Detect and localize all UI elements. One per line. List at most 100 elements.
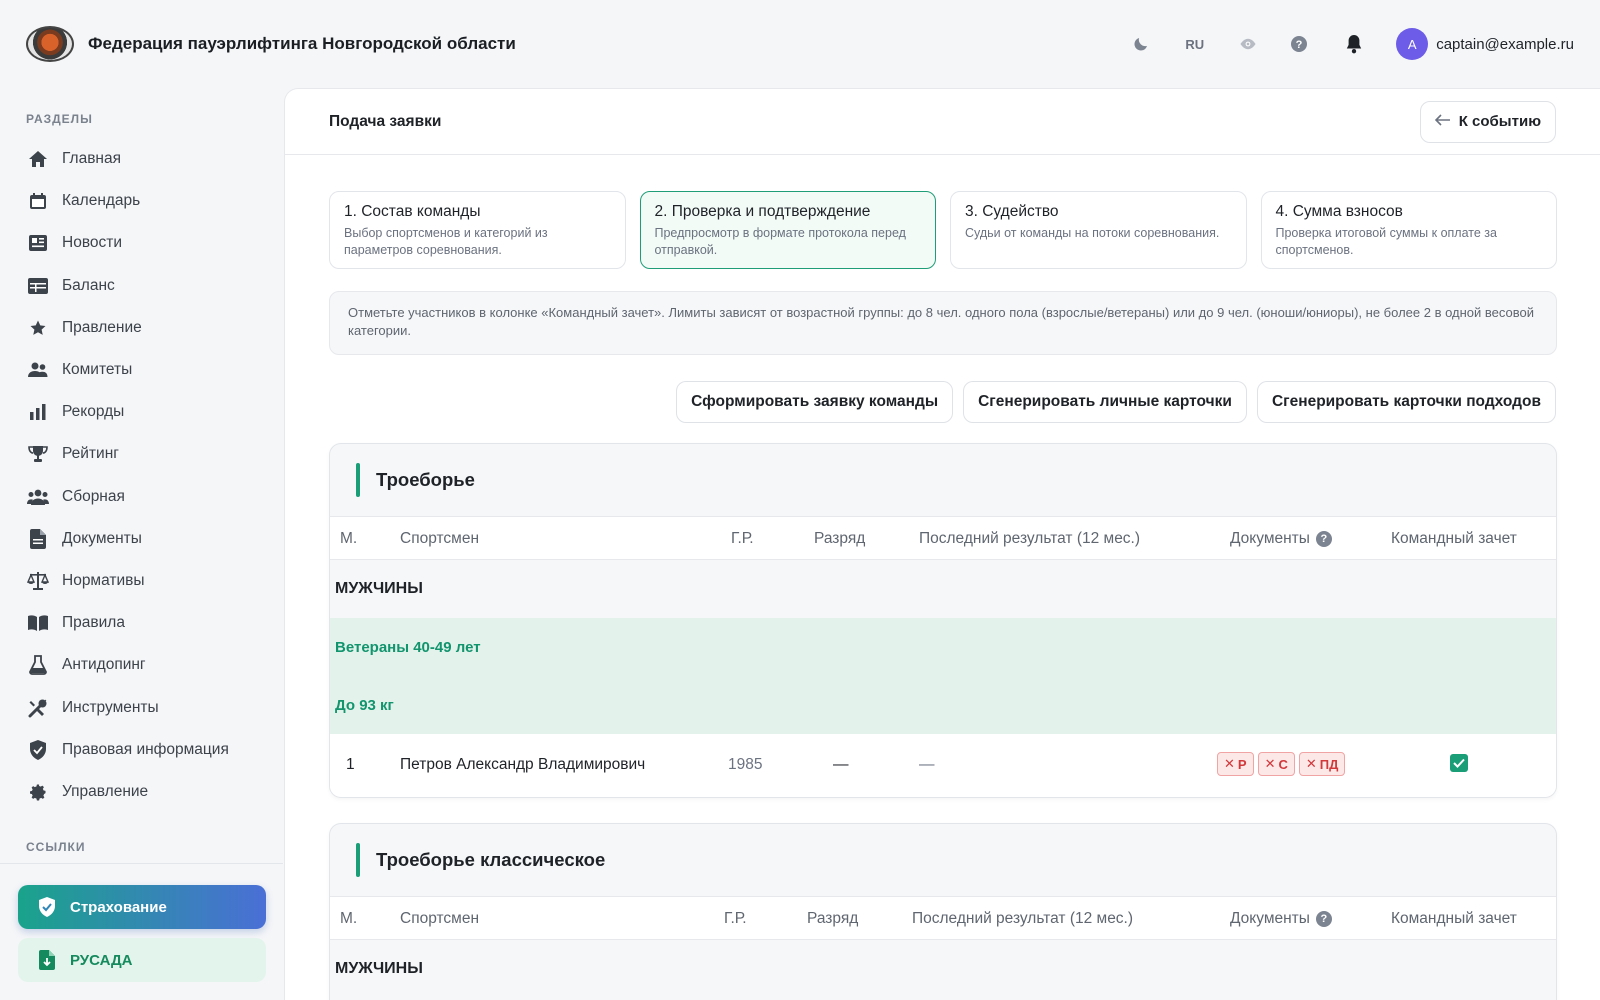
- discipline-card-powerlifting: Троеборье М. Спортсмен Г.Р. Разряд После…: [329, 443, 1557, 798]
- discipline-card-classic-powerlifting: Троеборье классическое М. Спортсмен Г.Р.…: [329, 823, 1557, 1000]
- col-birth-year: Г.Р.: [731, 530, 754, 547]
- step-title: 1. Состав команды: [344, 203, 481, 220]
- sidebar-links-title: ССЫЛКИ: [26, 840, 86, 854]
- sidebar-item-tools[interactable]: Инструменты: [0, 686, 283, 728]
- step-title: 2. Проверка и подтверждение: [654, 203, 871, 220]
- sidebar-item-label: Календарь: [62, 192, 141, 210]
- col-athlete: Спортсмен: [400, 910, 479, 927]
- sidebar-item-label: Документы: [62, 529, 142, 547]
- col-last-result: Последний результат (12 мес.): [912, 910, 1134, 927]
- doc-badge-label: Р: [1237, 756, 1247, 772]
- brand-title[interactable]: Федерация пауэрлифтинга Новгородской обл…: [88, 34, 516, 54]
- generate-attempt-cards-button[interactable]: Сгенерировать карточки подходов: [1256, 381, 1556, 423]
- step-team-composition[interactable]: 1. Состав команды Выбор спортсменов и ка…: [329, 191, 626, 269]
- arrow-left-icon: [1434, 113, 1451, 130]
- step-description: Проверка итоговой суммы к оплате за спор…: [1275, 226, 1497, 257]
- athlete-birth-year: 1985: [728, 756, 763, 773]
- gender-group-row: МУЖЧИНЫ: [335, 960, 423, 977]
- moon-icon[interactable]: [1130, 33, 1152, 55]
- help-icon[interactable]: ?: [1315, 531, 1332, 547]
- sidebar-item-label: Сборная: [62, 487, 125, 505]
- sidebar-item-label: Правила: [62, 614, 125, 632]
- scales-icon: [27, 570, 49, 592]
- avatar[interactable]: A: [1396, 28, 1429, 60]
- sidebar-item-documents[interactable]: Документы: [0, 518, 283, 560]
- step-title: 4. Сумма взносов: [1275, 203, 1403, 220]
- sidebar-item-label: Главная: [62, 150, 121, 168]
- star-icon: [27, 317, 49, 339]
- col-documents-label: Документы: [1230, 530, 1310, 547]
- check-icon: [1453, 758, 1465, 768]
- col-documents: Документы?: [1230, 530, 1332, 548]
- generate-personal-cards-button[interactable]: Сгенерировать личные карточки: [963, 381, 1247, 423]
- sidebar-item-calendar[interactable]: Календарь: [0, 180, 283, 222]
- language-switch[interactable]: RU: [1185, 37, 1204, 52]
- doc-badge-passport[interactable]: ✕ Р: [1217, 752, 1254, 776]
- sidebar-link-rusada[interactable]: РУСАДА: [18, 938, 266, 982]
- eye-icon[interactable]: [1237, 33, 1259, 55]
- athlete-name[interactable]: Петров Александр Владимирович: [400, 756, 645, 774]
- sidebar-item-label: Рейтинг: [62, 445, 119, 463]
- sidebar-item-label: Антидопинг: [62, 656, 146, 674]
- col-last-result: Последний результат (12 мес.): [919, 530, 1141, 547]
- home-icon: [27, 148, 49, 170]
- table-row[interactable]: 1 Петров Александр Владимирович 1985 — —…: [330, 734, 1556, 797]
- build-team-application-button[interactable]: Сформировать заявку команды: [676, 381, 954, 423]
- card-accent-bar: [356, 843, 360, 877]
- shield-check-icon: [36, 896, 58, 918]
- weight-class-row: До 93 кг: [330, 676, 1556, 734]
- doc-badge-personal-data[interactable]: ✕ ПД: [1298, 752, 1346, 776]
- document-badges: ✕ Р ✕ С ✕ ПД: [1217, 752, 1346, 776]
- doc-badge-insurance[interactable]: ✕ С: [1257, 752, 1295, 776]
- sidebar-item-records[interactable]: Рекорды: [0, 391, 283, 433]
- book-icon: [27, 612, 49, 634]
- bell-icon[interactable]: [1343, 33, 1365, 55]
- sidebar-item-balance[interactable]: Баланс: [0, 265, 283, 307]
- sidebar-item-legal[interactable]: Правовая информация: [0, 729, 283, 771]
- sidebar-item-antidoping[interactable]: Антидопинг: [0, 644, 283, 686]
- federation-logo[interactable]: [26, 26, 74, 62]
- sidebar-item-home[interactable]: Главная: [0, 138, 283, 180]
- sidebar-item-label: Комитеты: [62, 361, 133, 379]
- sidebar-item-news[interactable]: Новости: [0, 222, 283, 264]
- sidebar-item-board[interactable]: Правление: [0, 307, 283, 349]
- bar-chart-icon: [27, 401, 49, 423]
- tools-icon: [27, 697, 49, 719]
- athlete-last-result: —: [919, 756, 935, 773]
- step-review-confirm[interactable]: 2. Проверка и подтверждение Предпросмотр…: [639, 191, 936, 269]
- sidebar-link-insurance[interactable]: Страхование: [18, 885, 266, 929]
- sidebar-item-committees[interactable]: Комитеты: [0, 349, 283, 391]
- card-accent-bar: [356, 463, 360, 497]
- sidebar-item-rating[interactable]: Рейтинг: [0, 433, 283, 475]
- sidebar-item-standards[interactable]: Нормативы: [0, 560, 283, 602]
- sidebar-item-label: Управление: [62, 782, 149, 800]
- sidebar-item-label: Новости: [62, 234, 123, 252]
- x-icon: ✕: [1264, 756, 1276, 771]
- wizard-steps: 1. Состав команды Выбор спортсменов и ка…: [329, 191, 1557, 269]
- svg-text:?: ?: [1296, 39, 1303, 51]
- user-email[interactable]: captain@example.ru: [1436, 36, 1574, 53]
- help-icon[interactable]: ?: [1315, 911, 1332, 927]
- sidebar-item-team[interactable]: Сборная: [0, 476, 283, 518]
- col-place: М.: [340, 530, 358, 547]
- col-rank: Разряд: [807, 910, 859, 927]
- users-icon: [27, 359, 49, 381]
- col-team-score: Командный зачет: [1391, 530, 1517, 547]
- sidebar-divider: [0, 863, 283, 864]
- help-icon[interactable]: ?: [1288, 33, 1310, 55]
- back-button-label: К событию: [1458, 113, 1541, 130]
- sidebar-item-label: Правление: [62, 318, 142, 336]
- step-judging[interactable]: 3. Судейство Судьи от команды на потоки …: [950, 191, 1247, 269]
- trophy-icon: [27, 443, 49, 465]
- col-rank: Разряд: [814, 530, 866, 547]
- table-header: М. Спортсмен Г.Р. Разряд Последний резул…: [330, 516, 1556, 560]
- sidebar-item-management[interactable]: Управление: [0, 771, 283, 813]
- team-score-checkbox[interactable]: [1450, 754, 1468, 772]
- calendar-icon: [27, 190, 49, 212]
- sidebar-item-rules[interactable]: Правила: [0, 602, 283, 644]
- doc-badge-label: ПД: [1319, 756, 1339, 772]
- sidebar-link-label: РУСАДА: [70, 951, 133, 969]
- step-fees[interactable]: 4. Сумма взносов Проверка итоговой суммы…: [1260, 191, 1557, 269]
- back-to-event-button[interactable]: К событию: [1419, 100, 1556, 143]
- step-description: Предпросмотр в формате протокола перед о…: [654, 226, 906, 257]
